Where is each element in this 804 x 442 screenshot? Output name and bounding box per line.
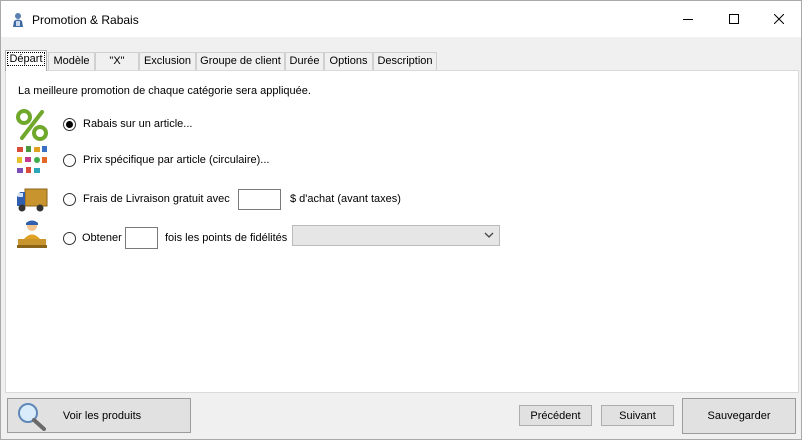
tab-label: Description: [377, 55, 433, 67]
tab-label: Départ: [7, 52, 45, 66]
close-button[interactable]: [756, 1, 802, 37]
app-icon: [13, 13, 23, 27]
livraison-label[interactable]: Frais de Livraison gratuit avec: [83, 193, 230, 205]
magnifier-icon: [18, 403, 46, 431]
tab-duree[interactable]: Durée: [285, 52, 324, 70]
delivery-truck-icon: [17, 188, 48, 212]
tab-depart[interactable]: Départ: [5, 50, 47, 71]
points-multiplier-input[interactable]: [125, 227, 158, 249]
prix-label[interactable]: Prix spécifique par article (circulaire)…: [83, 154, 269, 166]
window-title: Promotion & Rabais: [32, 13, 139, 27]
tab-label: Groupe de client: [200, 55, 281, 67]
loyalty-person-icon: [17, 220, 47, 248]
tab-label: "X": [109, 55, 125, 67]
points-radio[interactable]: [63, 232, 76, 245]
maximize-button[interactable]: [711, 1, 757, 37]
tab-options[interactable]: Options: [324, 52, 373, 70]
rabais-radio[interactable]: [63, 118, 76, 131]
intro-text: La meilleure promotion de chaque catégor…: [18, 85, 311, 97]
products-grid-icon: [17, 146, 47, 173]
livraison-amount-input[interactable]: [238, 189, 281, 210]
close-icon: [774, 14, 784, 24]
sauvegarder-button[interactable]: Sauvegarder: [682, 398, 796, 434]
tab-exclusion[interactable]: Exclusion: [139, 52, 196, 70]
livraison-radio[interactable]: [63, 193, 76, 206]
tab-label: Exclusion: [143, 55, 192, 67]
maximize-icon: [729, 14, 739, 24]
percent-icon: [16, 109, 48, 141]
tab-description[interactable]: Description: [373, 52, 437, 70]
tab-label: Options: [329, 55, 368, 67]
tab-modele[interactable]: Modèle: [48, 52, 95, 70]
depart-panel: La meilleure promotion de chaque catégor…: [5, 70, 799, 393]
rabais-label[interactable]: Rabais sur un article...: [83, 118, 192, 130]
title-bar: Promotion & Rabais: [1, 1, 801, 37]
points-label[interactable]: Obtener: [82, 232, 122, 244]
voir-produits-label: Voir les produits: [62, 409, 142, 422]
chevron-down-icon: [484, 232, 494, 238]
tab-label: Modèle: [53, 55, 90, 67]
tab-groupe-de-client[interactable]: Groupe de client: [196, 52, 285, 70]
prix-radio[interactable]: [63, 154, 76, 167]
points-suffix: fois les points de fidélités: [165, 232, 288, 244]
promotion-window: Promotion & Rabais Départ Modèle "X" Exc…: [0, 0, 802, 440]
voir-produits-button[interactable]: Voir les produits: [7, 398, 191, 433]
minimize-button[interactable]: [665, 1, 711, 37]
suivant-button[interactable]: Suivant: [601, 405, 674, 426]
precedent-button[interactable]: Précédent: [519, 405, 592, 426]
minimize-icon: [683, 19, 693, 20]
tab-x[interactable]: "X": [95, 52, 139, 70]
tab-label: Durée: [289, 55, 320, 67]
points-dropdown[interactable]: [292, 225, 500, 246]
livraison-suffix: $ d'achat (avant taxes): [290, 193, 401, 205]
